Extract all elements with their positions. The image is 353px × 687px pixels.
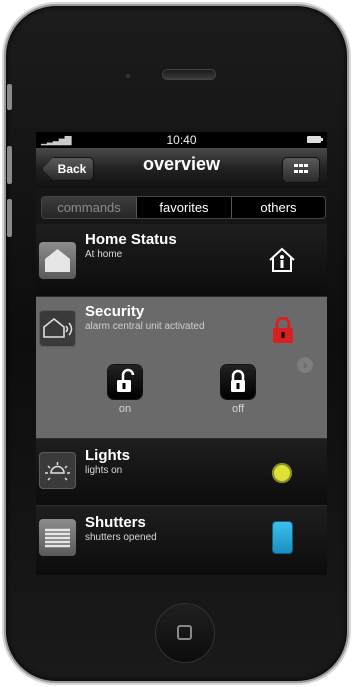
mute-switch xyxy=(7,84,12,110)
lock-button[interactable] xyxy=(221,365,255,399)
app-screen: ▁▂▃▅▇ 10:40 Back overview commands favor… xyxy=(36,132,327,575)
list-item-lights[interactable]: Lights lights on xyxy=(36,439,327,506)
red-lock-icon xyxy=(272,316,294,344)
row-title: Lights xyxy=(85,447,130,464)
home-button[interactable] xyxy=(156,604,214,662)
row-subtitle: lights on xyxy=(85,465,123,476)
shutter-icon xyxy=(39,519,76,556)
tab-strip: commands favorites others xyxy=(36,188,327,224)
row-subtitle: shutters opened xyxy=(85,532,157,543)
battery-icon xyxy=(307,136,323,143)
locked-icon xyxy=(231,369,245,392)
lamp-icon xyxy=(39,452,76,489)
house-person-icon xyxy=(267,247,297,273)
tab-commands[interactable]: commands xyxy=(42,197,136,218)
status-bar: ▁▂▃▅▇ 10:40 xyxy=(36,132,327,148)
grid-icon[interactable] xyxy=(282,157,320,183)
volume-down-button xyxy=(7,199,12,237)
unlock-button[interactable] xyxy=(108,365,142,399)
unlocked-icon xyxy=(117,368,135,392)
tab-favorites[interactable]: favorites xyxy=(137,197,231,218)
chevron-right-icon[interactable]: › xyxy=(297,357,313,373)
segmented-control: commands favorites others xyxy=(41,196,326,219)
row-title: Security xyxy=(85,303,145,320)
volume-up-button xyxy=(7,146,12,184)
list-item-shutters[interactable]: Shutters shutters opened xyxy=(36,506,327,575)
house-wifi-icon xyxy=(39,310,76,347)
shutter-status-indicator xyxy=(273,522,292,553)
row-subtitle: At home xyxy=(85,249,123,260)
camera-icon xyxy=(124,72,132,80)
nav-bar: Back overview xyxy=(36,148,327,188)
status-time: 10:40 xyxy=(166,133,197,147)
tab-others[interactable]: others xyxy=(232,197,325,218)
row-subtitle: alarm central unit activated xyxy=(85,321,205,332)
off-label: off xyxy=(231,403,245,415)
list-item-security[interactable]: Security alarm central unit activated › … xyxy=(36,297,327,439)
speaker-grille xyxy=(163,70,215,79)
on-label: on xyxy=(118,403,132,415)
house-icon xyxy=(39,242,76,279)
list-item-home-status[interactable]: Home Status At home xyxy=(36,224,327,297)
row-title: Shutters xyxy=(85,514,146,531)
light-status-indicator xyxy=(272,463,292,483)
row-title: Home Status xyxy=(85,231,177,248)
